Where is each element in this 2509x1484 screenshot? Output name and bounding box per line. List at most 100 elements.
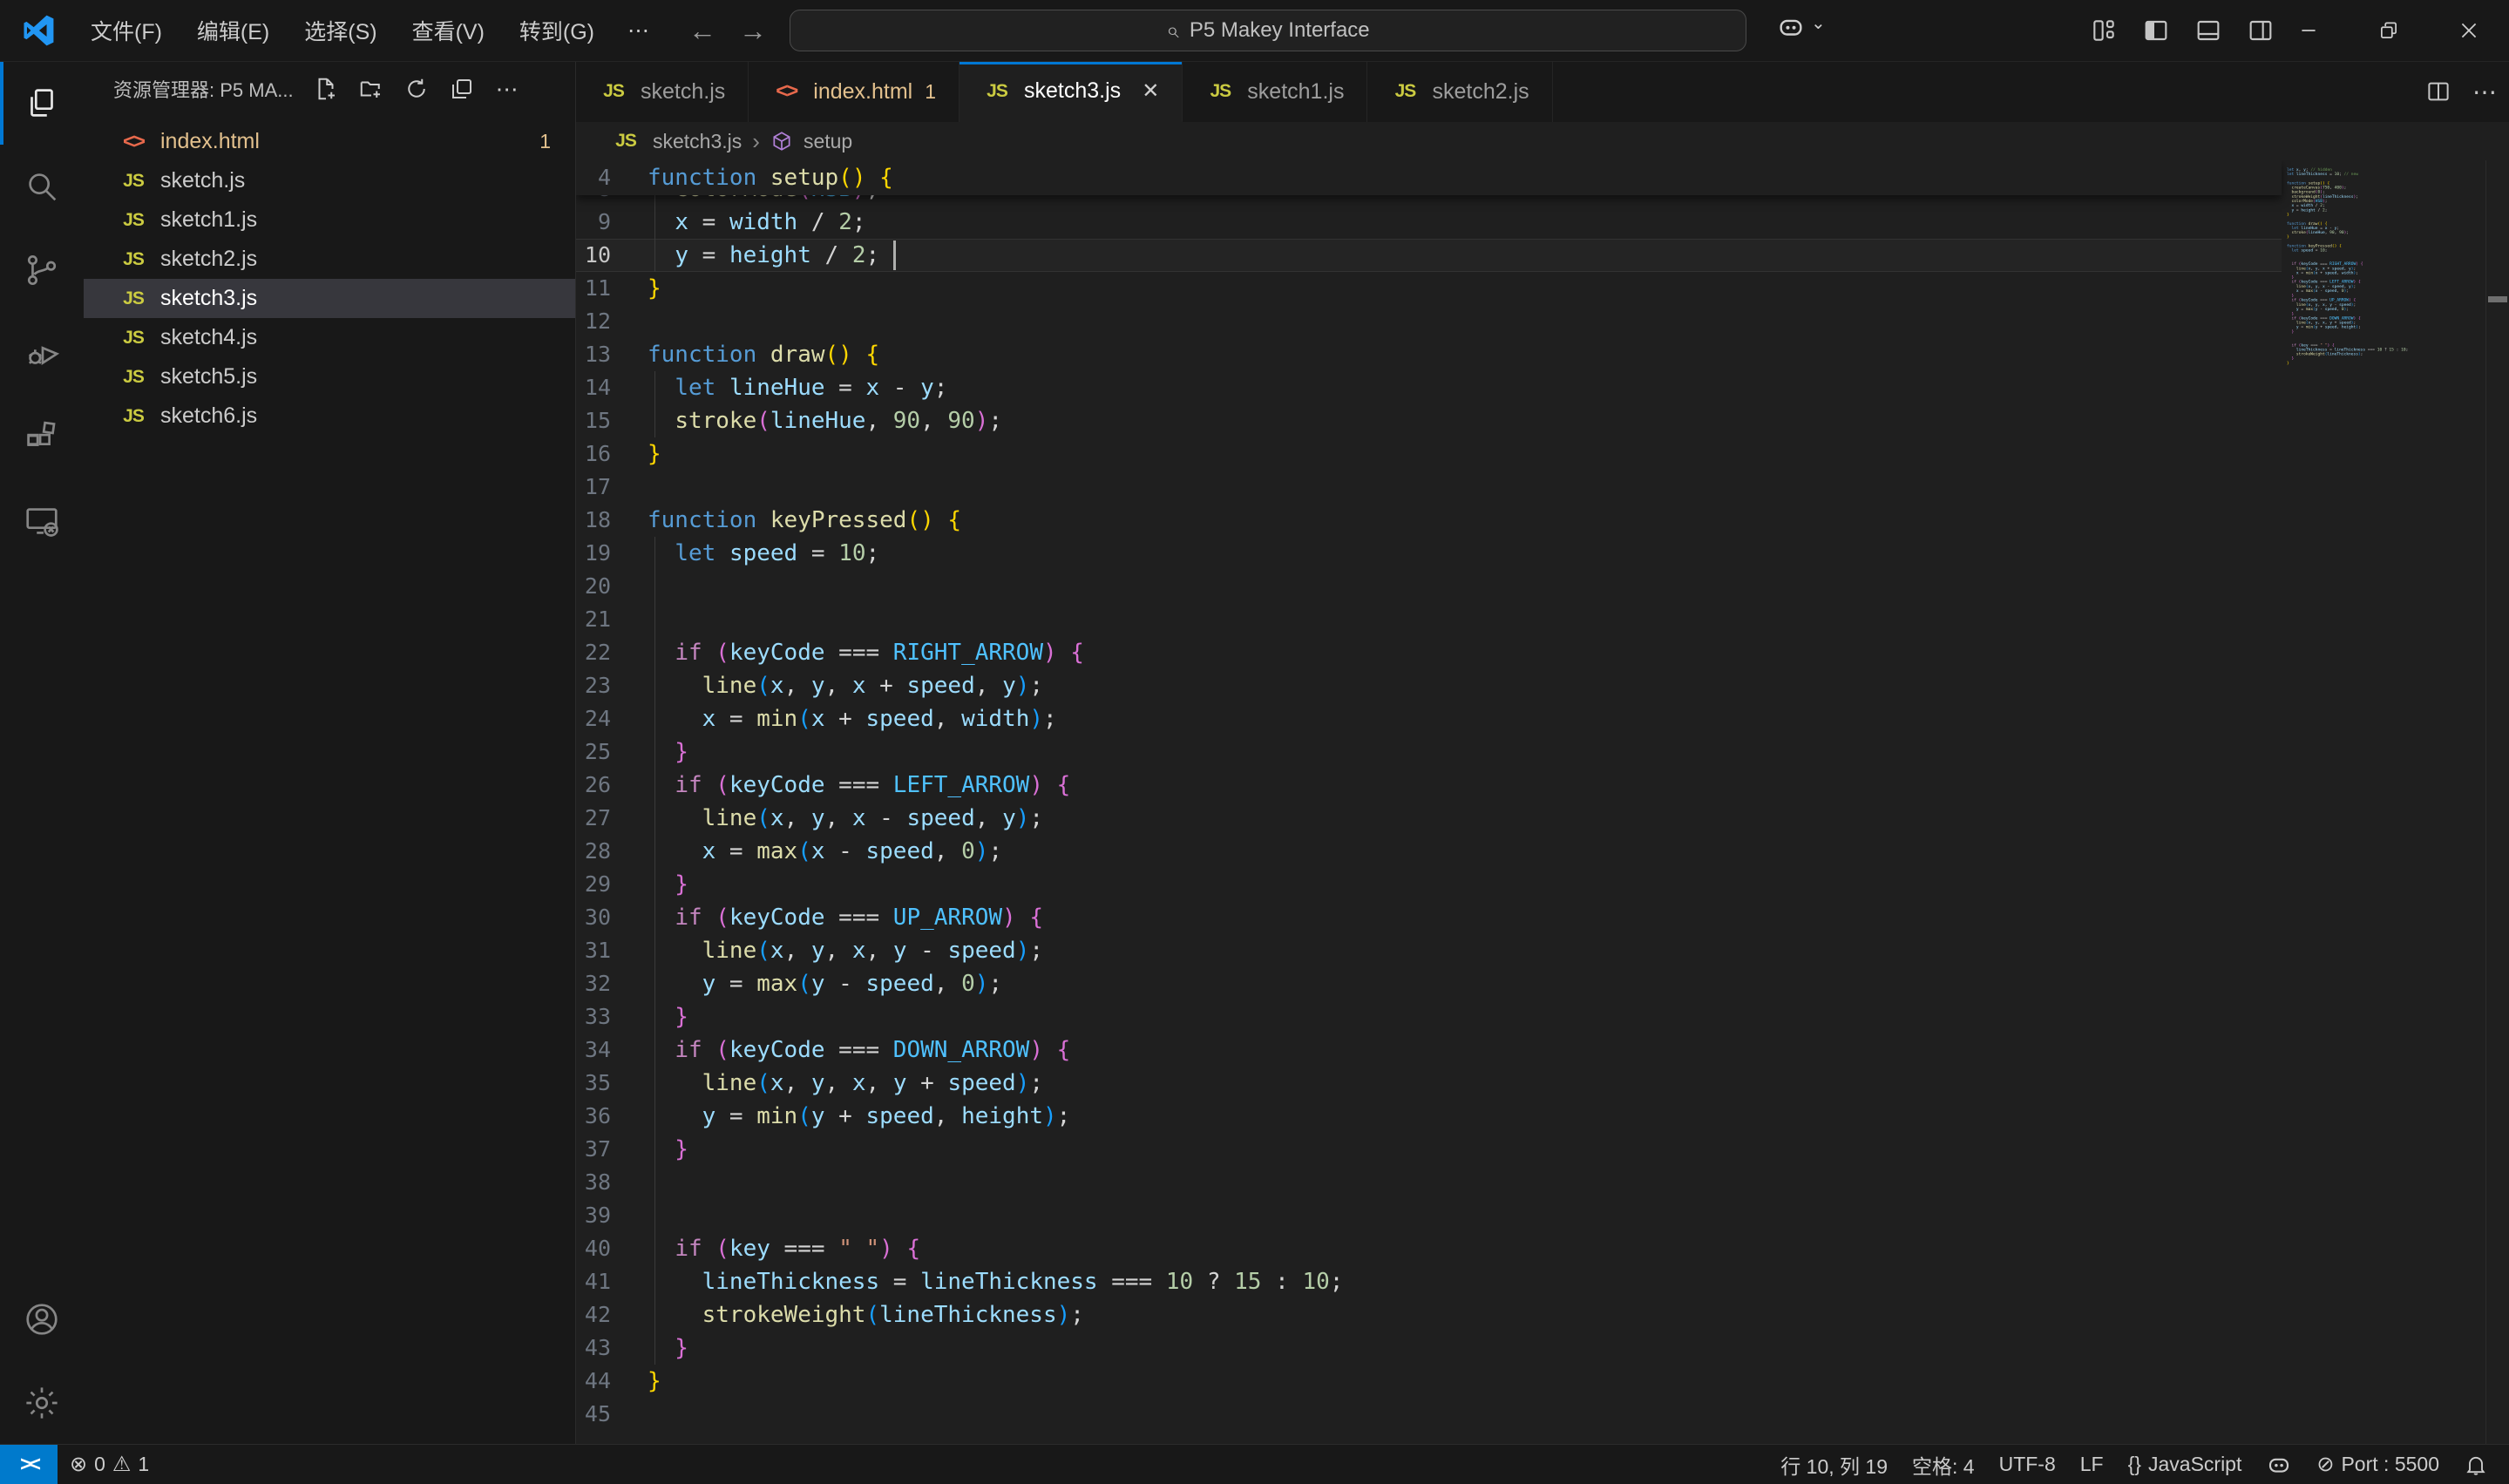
activity-item-search[interactable]: [0, 145, 84, 228]
code-line-20[interactable]: 20: [576, 570, 2282, 603]
problems-status[interactable]: ⊗ 0 ⚠ 1: [58, 1445, 161, 1484]
minimize-button[interactable]: [2268, 0, 2349, 61]
toggle-primary-sidebar-icon[interactable]: [2142, 17, 2170, 44]
code-line-10[interactable]: 10 y = height / 2;: [576, 239, 2282, 272]
code-line-45[interactable]: 45: [576, 1398, 2282, 1431]
cursor-position-status[interactable]: 行 10, 列 19: [1768, 1445, 1900, 1484]
eol-status[interactable]: LF: [2068, 1445, 2116, 1484]
file-row-sketch6.js[interactable]: JSsketch6.js: [84, 396, 575, 436]
code-line-23[interactable]: 23 line(x, y, x + speed, y);: [576, 669, 2282, 702]
activity-item-explorer[interactable]: [0, 61, 84, 145]
explorer-more-icon[interactable]: ⋯: [491, 72, 524, 105]
code-line-9[interactable]: 9 x = width / 2;: [576, 206, 2282, 239]
code-line-42[interactable]: 42 strokeWeight(lineThickness);: [576, 1298, 2282, 1332]
code-line-31[interactable]: 31 line(x, y, x, y - speed);: [576, 934, 2282, 967]
code-line-33[interactable]: 33 }: [576, 1000, 2282, 1033]
code-line-40[interactable]: 40 if (key === " ") {: [576, 1232, 2282, 1265]
activity-item-settings[interactable]: [0, 1361, 84, 1445]
code-line-12[interactable]: 12: [576, 305, 2282, 338]
copilot-menu-button[interactable]: ⌄: [1776, 12, 1826, 42]
tab-sketch1.js[interactable]: JSsketch1.js: [1183, 61, 1367, 122]
activity-item-accounts[interactable]: [0, 1277, 84, 1361]
tab-sketch.js[interactable]: JSsketch.js: [576, 61, 749, 122]
code-line-39[interactable]: 39: [576, 1199, 2282, 1232]
restore-button[interactable]: [2349, 0, 2429, 61]
code-line-44[interactable]: 44}: [576, 1365, 2282, 1398]
code-line-32[interactable]: 32 y = max(y - speed, 0);: [576, 967, 2282, 1000]
code-editor[interactable]: let x, y; // hiddenlet lineThickness = 1…: [576, 160, 2509, 1445]
encoding-status[interactable]: UTF-8: [1987, 1445, 2068, 1484]
line-number: 27: [576, 802, 611, 835]
code-line-21[interactable]: 21: [576, 603, 2282, 636]
live-server-port-status[interactable]: ⊘ Port : 5500: [2304, 1445, 2451, 1484]
toggle-panel-icon[interactable]: [2194, 17, 2222, 44]
indentation-status[interactable]: 空格: 4: [1900, 1445, 1987, 1484]
activity-item-remote-explorer[interactable]: [0, 479, 84, 563]
code-line-15[interactable]: 15 stroke(lineHue, 90, 90);: [576, 404, 2282, 437]
code-line-13[interactable]: 13function draw() {: [576, 338, 2282, 371]
split-editor-icon[interactable]: [2425, 78, 2451, 105]
customize-layout-icon[interactable]: [2090, 17, 2118, 44]
new-folder-icon[interactable]: [355, 72, 388, 105]
tab-sketch3.js[interactable]: JSsketch3.js✕: [960, 61, 1183, 122]
menu-item-0[interactable]: 文件(F): [73, 8, 180, 53]
menu-item-2[interactable]: 选择(S): [287, 8, 394, 53]
code-line-18[interactable]: 18function keyPressed() {: [576, 504, 2282, 537]
file-row-sketch2.js[interactable]: JSsketch2.js: [84, 240, 575, 279]
menu-overflow-button[interactable]: ⋯: [612, 10, 665, 51]
nav-forward-icon[interactable]: →: [739, 15, 767, 47]
code-line-37[interactable]: 37 }: [576, 1133, 2282, 1166]
line-number: 33: [576, 1000, 611, 1033]
code-line-11[interactable]: 11}: [576, 272, 2282, 305]
breadcrumb-symbol[interactable]: setup: [804, 130, 852, 153]
code-line-17[interactable]: 17: [576, 471, 2282, 504]
code-line-27[interactable]: 27 line(x, y, x - speed, y);: [576, 802, 2282, 835]
tab-index.html[interactable]: <>index.html1: [749, 61, 960, 122]
code-line-28[interactable]: 28 x = max(x - speed, 0);: [576, 835, 2282, 868]
code-line-26[interactable]: 26 if (keyCode === LEFT_ARROW) {: [576, 769, 2282, 802]
minimap[interactable]: let x, y; // hiddenlet lineThickness = 1…: [2282, 160, 2486, 1445]
copilot-status[interactable]: [2254, 1445, 2304, 1484]
code-line-29[interactable]: 29 }: [576, 868, 2282, 901]
activity-item-extensions[interactable]: [0, 396, 84, 479]
breadcrumb-file[interactable]: sketch3.js: [653, 130, 742, 153]
code-line-34[interactable]: 34 if (keyCode === DOWN_ARROW) {: [576, 1033, 2282, 1067]
code-line-35[interactable]: 35 line(x, y, x, y + speed);: [576, 1067, 2282, 1100]
collapse-folders-icon[interactable]: [445, 72, 478, 105]
code-line-25[interactable]: 25 }: [576, 735, 2282, 769]
sticky-scroll-line[interactable]: 4function setup() {: [576, 160, 2282, 195]
nav-back-icon[interactable]: ←: [688, 15, 716, 47]
code-line-30[interactable]: 30 if (keyCode === UP_ARROW) {: [576, 901, 2282, 934]
activity-item-run-debug[interactable]: [0, 312, 84, 396]
menu-item-4[interactable]: 转到(G): [502, 8, 612, 53]
language-mode-status[interactable]: {} JavaScript: [2116, 1445, 2255, 1484]
activity-item-source-control[interactable]: [0, 228, 84, 312]
code-line-38[interactable]: 38: [576, 1166, 2282, 1199]
code-line-41[interactable]: 41 lineThickness = lineThickness === 10 …: [576, 1265, 2282, 1298]
overview-ruler-scrollbar[interactable]: [2485, 160, 2509, 1445]
code-line-36[interactable]: 36 y = min(y + speed, height);: [576, 1100, 2282, 1133]
remote-indicator[interactable]: ><: [0, 1445, 58, 1484]
file-row-sketch.js[interactable]: JSsketch.js: [84, 161, 575, 200]
new-file-icon[interactable]: [309, 72, 342, 105]
menu-item-3[interactable]: 查看(V): [395, 8, 502, 53]
code-line-14[interactable]: 14 let lineHue = x - y;: [576, 371, 2282, 404]
file-row-index.html[interactable]: <>index.html1: [84, 122, 575, 161]
editor-more-icon[interactable]: ⋯: [2472, 78, 2497, 106]
code-line-22[interactable]: 22 if (keyCode === RIGHT_ARROW) {: [576, 636, 2282, 669]
menu-item-1[interactable]: 编辑(E): [180, 8, 287, 53]
file-row-sketch5.js[interactable]: JSsketch5.js: [84, 357, 575, 396]
file-row-sketch1.js[interactable]: JSsketch1.js: [84, 200, 575, 240]
file-row-sketch3.js[interactable]: JSsketch3.js: [84, 279, 575, 318]
code-line-16[interactable]: 16}: [576, 437, 2282, 471]
tab-sketch2.js[interactable]: JSsketch2.js: [1367, 61, 1552, 122]
close-window-button[interactable]: [2429, 0, 2509, 61]
refresh-icon[interactable]: [400, 72, 433, 105]
command-center-search[interactable]: ⌕ P5 Makey Interface: [790, 10, 1746, 51]
code-line-19[interactable]: 19 let speed = 10;: [576, 537, 2282, 570]
close-tab-icon[interactable]: ✕: [1142, 78, 1159, 104]
file-row-sketch4.js[interactable]: JSsketch4.js: [84, 318, 575, 357]
notifications-bell[interactable]: [2451, 1445, 2500, 1484]
code-line-24[interactable]: 24 x = min(x + speed, width);: [576, 702, 2282, 735]
code-line-43[interactable]: 43 }: [576, 1332, 2282, 1365]
